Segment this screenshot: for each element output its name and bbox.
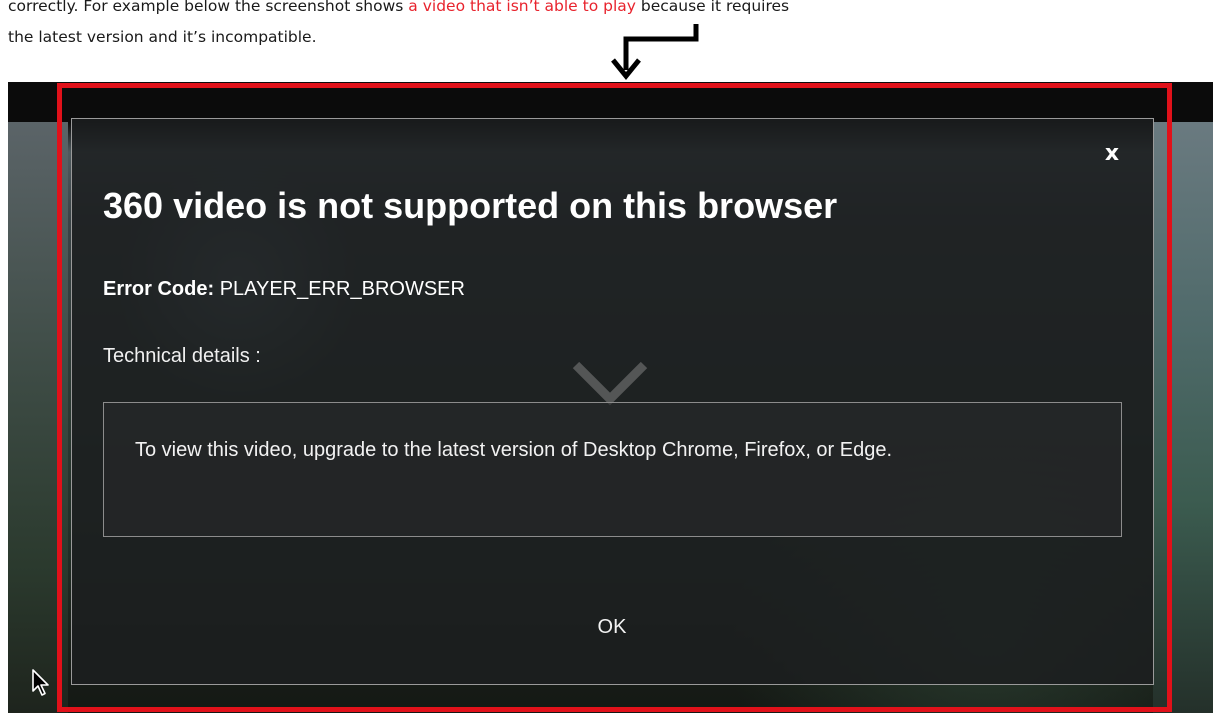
- close-button[interactable]: x: [1101, 143, 1123, 165]
- down-arrow-icon: [611, 24, 699, 80]
- mouse-cursor-icon: [32, 669, 49, 696]
- document-line-1-end: because it requires: [635, 0, 790, 15]
- error-code-line: Error Code: PLAYER_ERR_BROWSER: [103, 276, 465, 302]
- error-dialog: x 360 video is not supported on this bro…: [71, 118, 1154, 685]
- technical-details-label: Technical details :: [103, 345, 261, 367]
- technical-details-box: To view this video, upgrade to the lates…: [103, 402, 1122, 537]
- chevron-down-icon: [572, 361, 648, 406]
- ok-button[interactable]: OK: [572, 609, 652, 645]
- technical-details-message: To view this video, upgrade to the lates…: [135, 439, 893, 461]
- error-code-value: PLAYER_ERR_BROWSER: [219, 278, 465, 300]
- close-icon: x: [1104, 141, 1120, 166]
- document-line-1-start: correctly. For example below the screens…: [8, 0, 409, 15]
- dialog-title: 360 video is not supported on this brows…: [103, 185, 838, 226]
- error-code-label: Error Code:: [103, 278, 215, 300]
- screenshot-page: correctly. For example below the screens…: [0, 0, 1218, 713]
- document-highlight-text: a video that isn’t able to play: [408, 0, 636, 15]
